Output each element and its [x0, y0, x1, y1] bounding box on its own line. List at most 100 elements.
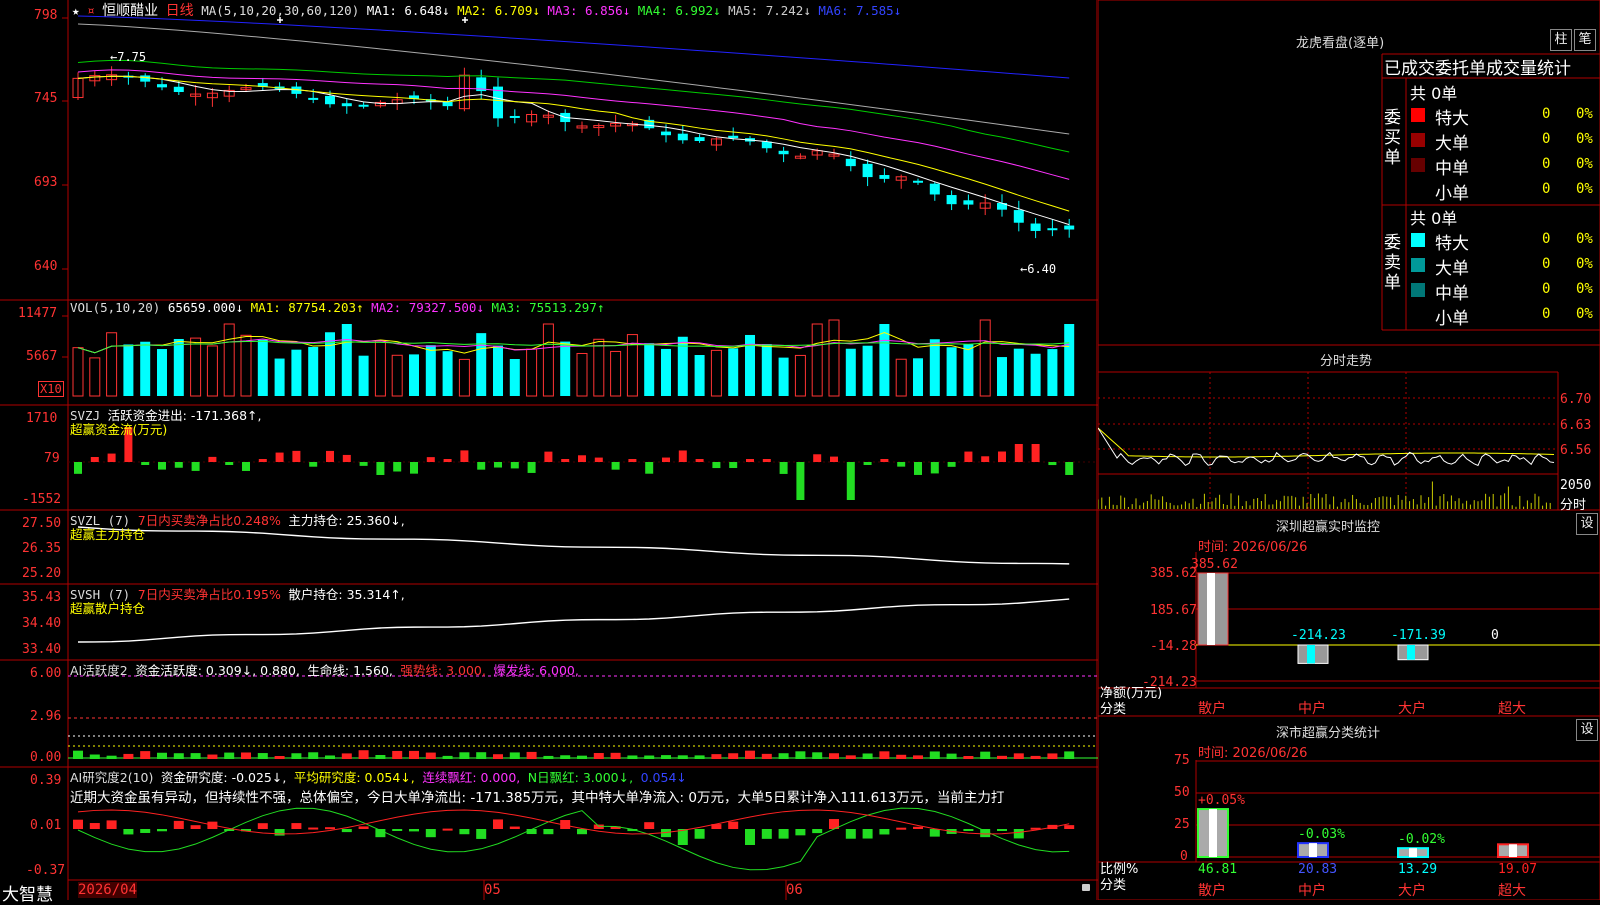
ai-activity-bar: [476, 752, 487, 759]
monitor-settings-button[interactable]: 设: [1576, 513, 1598, 535]
intraday-unit-label: 分时: [1560, 498, 1587, 513]
ai-activity-bar: [963, 755, 974, 759]
vol-unit-badge[interactable]: X10: [38, 381, 64, 397]
stats-axis-label: 75: [1174, 753, 1190, 768]
vol-ma2: MA2: 79327.500↓: [371, 300, 484, 315]
svzj-bar: [174, 462, 183, 468]
lock-icon[interactable]: [1082, 884, 1090, 891]
sell-row-pct: 0%: [1576, 306, 1593, 322]
candle-body: [140, 75, 151, 82]
candle-body: [728, 135, 739, 139]
sell-row-name: 中单: [1435, 284, 1469, 304]
chart-header: ★ ¤ 恒顺醋业 日线 MA(5,10,20,30,60,120) MA1: 6…: [72, 0, 901, 20]
ma4-line: [77, 59, 1070, 153]
buy-color-swatch: [1411, 158, 1425, 172]
sell-color-swatch: [1411, 283, 1425, 297]
svzj-axis-label: 79: [44, 451, 60, 466]
stats-xlabel: 分类: [1100, 878, 1127, 893]
candle-body: [862, 163, 873, 178]
ai-research-bar: [392, 829, 403, 831]
ai-research-bar: [308, 827, 319, 830]
stats-bar-value: 20.83: [1298, 862, 1338, 877]
date-label-start: 2026/04: [78, 882, 138, 898]
price-axis-label: 640: [34, 259, 58, 274]
volume-bar: [895, 358, 907, 397]
favorite-star-icon[interactable]: ★: [72, 3, 80, 18]
chart-area[interactable]: ★ ¤ 恒顺醋业 日线 MA(5,10,20,30,60,120) MA1: 6…: [0, 0, 1098, 905]
ai-activity-bar: [711, 754, 722, 759]
ai-research-avg: 平均研究度: 0.054↓,: [293, 770, 415, 785]
buy-row-pct: 0%: [1576, 181, 1593, 197]
volume-bar: [728, 348, 739, 396]
buy-row-pct: 0%: [1576, 131, 1593, 147]
stats-axis-label: 0: [1180, 849, 1188, 864]
svzj-bar: [678, 450, 687, 462]
ai-activity-axis-label: 6.00: [30, 666, 62, 681]
stats-settings-button[interactable]: 设: [1576, 719, 1598, 741]
ai-research-bar: [123, 829, 134, 835]
candle-body: [661, 131, 671, 136]
ai-lifeline: 生命线: 1.560,: [307, 663, 393, 678]
ai-activity-bar: [224, 752, 235, 759]
ma5-line: [77, 23, 1070, 135]
ai-research-bar: [728, 821, 739, 829]
volume-bar: [913, 358, 923, 396]
svzl-axis-label: 27.50: [22, 516, 62, 531]
svzj-bar: [90, 457, 99, 462]
sell-row-pct: 0%: [1576, 281, 1593, 297]
svzj-bar: [930, 462, 939, 474]
stats-category-label: 超大: [1498, 883, 1526, 899]
ai-activity-bar: [560, 755, 571, 759]
volume-bar: [828, 319, 840, 397]
ai-research-bar: [106, 820, 117, 829]
volume-bar: [761, 344, 772, 396]
svzj-bar: [376, 462, 385, 475]
svzj-bar: [410, 462, 418, 474]
buy-row-name: 大单: [1435, 134, 1469, 154]
buy-row-name: 中单: [1435, 159, 1469, 179]
svzj-bar: [897, 462, 906, 467]
vol-ma1: MA1: 87754.203↑: [250, 300, 364, 315]
bar-view-button[interactable]: 柱: [1550, 29, 1572, 51]
mark-dot-icon: ¤: [87, 3, 95, 18]
sell-row-count: 0: [1542, 256, 1551, 272]
tick-view-button[interactable]: 笔: [1574, 29, 1596, 51]
monitor-category-label: 超大: [1498, 701, 1526, 717]
ai-activity-bar: [929, 751, 940, 759]
volume-bar: [89, 357, 101, 397]
svzj-bar: [796, 462, 805, 500]
ai-activity-bar: [677, 755, 688, 759]
ai-activity-bar: [73, 750, 83, 759]
monitor-time: 时间: 2026/06/26: [1198, 540, 1308, 555]
ma2-value: MA2: 6.709↓: [457, 3, 540, 18]
svzj-bar: [544, 451, 553, 462]
stock-name[interactable]: 恒顺醋业: [102, 3, 158, 19]
buy-row-pct: 0%: [1576, 156, 1593, 172]
brand-logo: 大智慧: [2, 885, 53, 905]
date-label-may: 05: [484, 882, 501, 898]
intraday-avg-line: [1098, 427, 1555, 458]
svzj-bar: [628, 459, 637, 462]
candle-body: [845, 158, 856, 167]
volume-bar: [173, 338, 184, 396]
period-label[interactable]: 日线: [166, 3, 194, 19]
ai-research-bar: [812, 829, 823, 834]
stats-bar-change: -0.02%: [1398, 832, 1445, 848]
ai-activity-bar: [358, 750, 369, 759]
svzj-axis-label: -1552: [22, 492, 62, 507]
svzj-bar: [964, 451, 973, 462]
volume-bar: [206, 345, 218, 397]
buy-row-count: 0: [1542, 156, 1551, 172]
lhkp-frame: [1098, 0, 1600, 346]
svzj-bar: [258, 459, 267, 462]
ai-activity-bar: [392, 750, 403, 759]
ai-research-bar: [493, 819, 503, 829]
sell-row-name: 特大: [1435, 234, 1469, 254]
volume-bar: [442, 351, 453, 396]
ai-research-bar: [677, 829, 688, 845]
stats-axis-label: 50: [1174, 785, 1190, 800]
ai-research-bar: [577, 829, 587, 835]
price-axis-label: 745: [34, 91, 58, 106]
main-chart-svg[interactable]: [0, 0, 1098, 900]
buy-color-swatch: [1411, 183, 1425, 197]
